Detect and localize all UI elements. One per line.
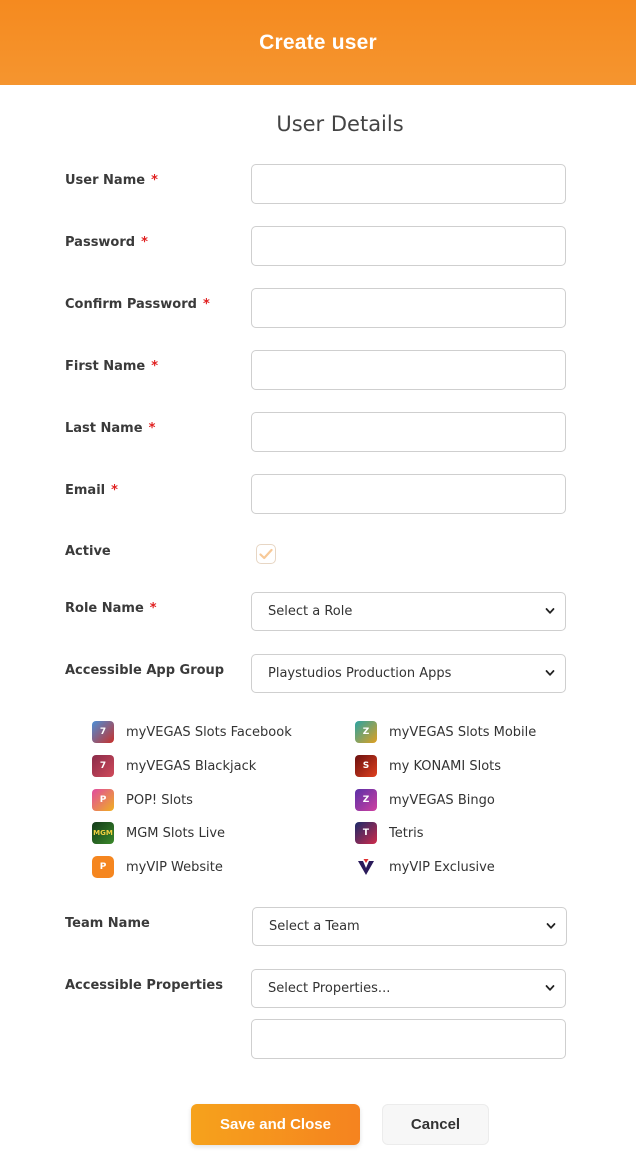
user-name-label: User Name * <box>65 173 158 188</box>
required-marker: * <box>202 297 210 312</box>
required-marker: * <box>149 601 157 616</box>
properties-extra-input[interactable] <box>251 1019 566 1059</box>
app-item: 7 myVEGAS Slots Facebook <box>92 720 292 744</box>
app-name: my KONAMI Slots <box>389 758 502 774</box>
role-select-value: Select a Role <box>268 604 353 619</box>
password-input[interactable] <box>251 226 566 266</box>
myvip-exclusive-icon <box>355 856 377 878</box>
required-marker: * <box>111 483 118 498</box>
chevron-down-icon <box>545 985 555 991</box>
app-item: 7 myVEGAS Blackjack <box>92 754 256 778</box>
app-name: Tetris <box>389 825 424 841</box>
last-name-label: Last Name * <box>65 421 156 436</box>
app-name: myVEGAS Bingo <box>389 792 495 808</box>
active-checkbox[interactable] <box>256 544 276 564</box>
password-label: Password * <box>65 235 148 250</box>
app-item: P myVIP Website <box>92 855 223 879</box>
slots-mobile-icon: Z <box>355 721 377 743</box>
app-name: POP! Slots <box>126 792 193 808</box>
pop-slots-icon: P <box>92 789 114 811</box>
app-item: MGM MGM Slots Live <box>92 821 225 845</box>
app-name: MGM Slots Live <box>126 825 226 841</box>
app-name: myVIP Exclusive <box>389 859 495 875</box>
app-group-select-value: Playstudios Production Apps <box>268 666 452 681</box>
team-select-value: Select a Team <box>269 919 360 934</box>
required-marker: * <box>151 359 159 374</box>
email-label: Email * <box>65 483 118 498</box>
role-select[interactable]: Select a Role <box>251 592 566 631</box>
chevron-down-icon <box>546 923 556 929</box>
app-name: myVIP Website <box>126 859 223 875</box>
confirm-password-label: Confirm Password * <box>65 297 210 312</box>
properties-label: Accessible Properties <box>65 978 223 993</box>
chevron-down-icon <box>545 608 555 614</box>
app-item: myVIP Exclusive <box>355 855 495 879</box>
app-item: Z myVEGAS Bingo <box>355 788 495 812</box>
myvip-website-icon: P <box>92 856 114 878</box>
modal-header: Create user <box>0 0 636 85</box>
check-icon <box>259 548 273 560</box>
app-group-select[interactable]: Playstudios Production Apps <box>251 654 566 693</box>
app-name: myVEGAS Blackjack <box>126 758 257 774</box>
team-select[interactable]: Select a Team <box>252 907 567 946</box>
role-name-label: Role Name * <box>65 601 157 616</box>
app-item: T Tetris <box>355 821 424 845</box>
app-name: myVEGAS Slots Mobile <box>389 724 537 740</box>
properties-select[interactable]: Select Properties... <box>251 969 566 1008</box>
last-name-input[interactable] <box>251 412 566 452</box>
user-name-input[interactable] <box>251 164 566 204</box>
app-name: myVEGAS Slots Facebook <box>126 724 292 740</box>
email-input[interactable] <box>251 474 566 514</box>
app-item: Z myVEGAS Slots Mobile <box>355 720 536 744</box>
required-marker: * <box>148 421 156 436</box>
tetris-icon: T <box>355 822 377 844</box>
save-and-close-button[interactable]: Save and Close <box>191 1104 360 1145</box>
required-marker: * <box>151 173 158 188</box>
app-item: P POP! Slots <box>92 788 193 812</box>
bingo-icon: Z <box>355 789 377 811</box>
chevron-down-icon <box>545 670 555 676</box>
first-name-label: First Name * <box>65 359 159 374</box>
mgm-slots-icon: MGM <box>92 822 114 844</box>
konami-slots-icon: S <box>355 755 377 777</box>
modal-title: Create user <box>259 30 377 54</box>
cancel-button[interactable]: Cancel <box>382 1104 489 1145</box>
app-item: S my KONAMI Slots <box>355 754 501 778</box>
required-marker: * <box>141 235 148 250</box>
properties-select-value: Select Properties... <box>268 981 391 996</box>
active-label: Active <box>65 544 111 559</box>
section-title: User Details <box>276 112 404 136</box>
team-name-label: Team Name <box>65 916 150 931</box>
slots-facebook-icon: 7 <box>92 721 114 743</box>
app-group-label: Accessible App Group <box>65 663 225 678</box>
confirm-password-input[interactable] <box>251 288 566 328</box>
blackjack-icon: 7 <box>92 755 114 777</box>
first-name-input[interactable] <box>251 350 566 390</box>
